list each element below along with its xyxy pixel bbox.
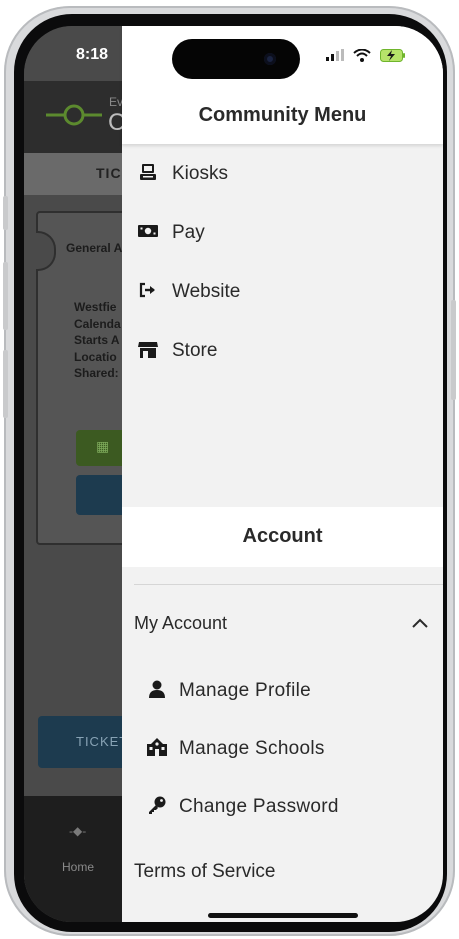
drawer-title: Community Menu [198,104,367,126]
app-subtitle: Ev [109,95,124,109]
menu-item-label: Pay [172,222,205,243]
divider [134,584,443,585]
home-indicator [207,913,358,918]
drawer-header: Community Menu [122,26,443,144]
ticket-detail-line: Shared: [74,366,119,380]
menu-item-store[interactable]: Store [136,336,217,366]
store-icon [136,340,160,363]
screen: 8:18 Ev C TIC General A Westfie Calenda … [24,26,443,922]
terms-of-service-link[interactable]: Terms of Service [134,861,275,883]
manage-schools-item[interactable]: Manage Schools [146,734,325,764]
tickets-button-label: TICKET [76,734,129,749]
camera-icon [264,53,276,65]
app-logo-icon [46,104,102,126]
chevron-up-icon [412,618,428,628]
account-title: Account [242,525,323,547]
ticket-detail-line: Westfie [74,300,117,314]
my-account-label: My Account [134,612,228,633]
battery-charging-icon [379,48,405,62]
dynamic-island [172,39,300,79]
ticket-notch [36,231,56,271]
volume-up-button [3,262,8,330]
power-button [451,300,456,400]
qr-code-icon: ▦ [96,438,110,454]
menu-item-label: Store [172,340,218,361]
home-icon[interactable]: -◆- [69,824,86,838]
ticket-type: General A [66,241,123,255]
menu-item-kiosks[interactable]: Kiosks [136,159,228,189]
menu-item-label: Website [172,281,241,302]
manage-schools-label: Manage Schools [179,738,325,759]
menu-item-label: Kiosks [172,163,228,184]
manage-profile-item[interactable]: Manage Profile [146,676,311,706]
kiosk-icon [136,163,160,186]
change-password-label: Change Password [179,796,339,817]
status-icons [326,46,406,62]
school-icon [146,737,168,761]
menu-item-website[interactable]: Website [136,277,240,307]
account-section-header: Account [122,507,443,567]
ticket-detail-line: Calenda [74,316,121,331]
ticket-detail-line: Starts A [74,333,120,347]
action-button [3,196,8,230]
key-icon [146,796,168,819]
change-password-item[interactable]: Change Password [146,792,339,822]
external-link-icon [136,282,160,303]
money-icon [136,224,160,243]
wifi-icon [353,48,371,62]
ticket-detail-line: Locatio [74,349,117,364]
my-account-toggle[interactable]: My Account [134,608,430,638]
volume-down-button [3,350,8,418]
manage-profile-label: Manage Profile [179,680,311,701]
menu-item-pay[interactable]: Pay [136,218,205,248]
ticket-details: Westfie Calenda Starts A Locatio Shared: [74,299,121,382]
tab-tickets[interactable]: TIC [96,165,122,181]
status-time: 8:18 [76,46,109,63]
nav-home-label[interactable]: Home [62,860,94,874]
user-icon [146,680,168,703]
community-menu-drawer: Community Menu Kiosks Pay Website Store [122,26,443,922]
signal-icon [326,49,344,62]
